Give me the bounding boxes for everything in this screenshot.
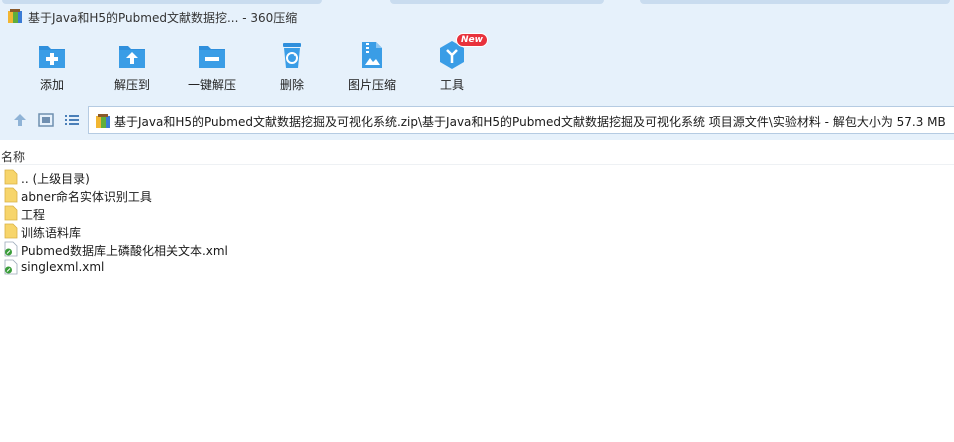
list-item[interactable]: 训练语料库 (0, 222, 954, 240)
file-name: abner命名实体识别工具 (21, 190, 152, 204)
list-item[interactable]: abner命名实体识别工具 (0, 186, 954, 204)
folder-icon (4, 169, 18, 185)
title-tab-left (2, 0, 322, 4)
address-path: 基于Java和H5的Pubmed文献数据挖掘及可视化系统.zip\基于Java和… (114, 115, 946, 129)
image-compress-button[interactable]: 图片压缩 (334, 39, 410, 97)
title-bar: 基于Java和H5的Pubmed文献数据挖... - 360压缩 (0, 0, 954, 33)
add-label: 添加 (39, 78, 64, 92)
one-click-extract-button[interactable]: 一键解压 (174, 39, 250, 97)
tools-icon: New (436, 33, 488, 71)
add-file-icon (36, 39, 68, 71)
address-field[interactable]: 基于Java和H5的Pubmed文献数据挖掘及可视化系统.zip\基于Java和… (88, 106, 954, 134)
folder-icon (4, 205, 18, 221)
new-badge: New (456, 33, 488, 47)
extract-to-label: 解压到 (113, 78, 150, 92)
delete-label: 删除 (279, 78, 304, 92)
list-item[interactable]: singlexml.xml (0, 258, 954, 276)
xml-file-icon (4, 241, 18, 257)
xml-file-icon (4, 259, 18, 275)
folder-icon (4, 187, 18, 203)
file-name: 工程 (21, 208, 46, 222)
tools-label: 工具 (439, 78, 464, 92)
one-click-extract-icon (196, 39, 228, 71)
thumbnail-view-icon[interactable] (38, 112, 54, 128)
archive-icon (96, 114, 110, 128)
title-tab-right (640, 0, 950, 4)
image-compress-label: 图片压缩 (347, 78, 396, 92)
list-item[interactable]: .. (上级目录) (0, 168, 954, 186)
add-button[interactable]: 添加 (14, 39, 90, 97)
list-item[interactable]: 工程 (0, 204, 954, 222)
folder-icon (4, 223, 18, 239)
window-title: 基于Java和H5的Pubmed文献数据挖... - 360压缩 (28, 11, 298, 25)
extract-to-button[interactable]: 解压到 (94, 39, 170, 97)
file-name: .. (上级目录) (21, 172, 90, 186)
tools-button[interactable]: New 工具 (414, 33, 490, 97)
archive-app-icon (8, 9, 22, 23)
list-header: 名称 (0, 145, 954, 165)
file-name: Pubmed数据库上磷酸化相关文本.xml (21, 244, 228, 258)
extract-to-icon (116, 39, 148, 71)
delete-button[interactable]: 删除 (254, 39, 330, 97)
one-click-extract-label: 一键解压 (187, 78, 236, 92)
image-compress-icon (356, 39, 388, 71)
file-name: singlexml.xml (21, 260, 105, 274)
title-tab-mid (390, 0, 604, 4)
column-header-name[interactable]: 名称 (1, 148, 25, 165)
file-list: .. (上级目录) abner命名实体识别工具 工程 训练语料库 Pubmed数… (0, 168, 954, 276)
up-arrow-icon[interactable] (12, 112, 28, 128)
list-view-icon[interactable] (64, 112, 80, 128)
recycle-bin-icon (276, 39, 308, 71)
toolbar: 添加 解压到 一键解压 删除 图片压缩 New 工具 (0, 33, 954, 100)
file-name: 训练语料库 (21, 226, 82, 240)
list-item[interactable]: Pubmed数据库上磷酸化相关文本.xml (0, 240, 954, 258)
